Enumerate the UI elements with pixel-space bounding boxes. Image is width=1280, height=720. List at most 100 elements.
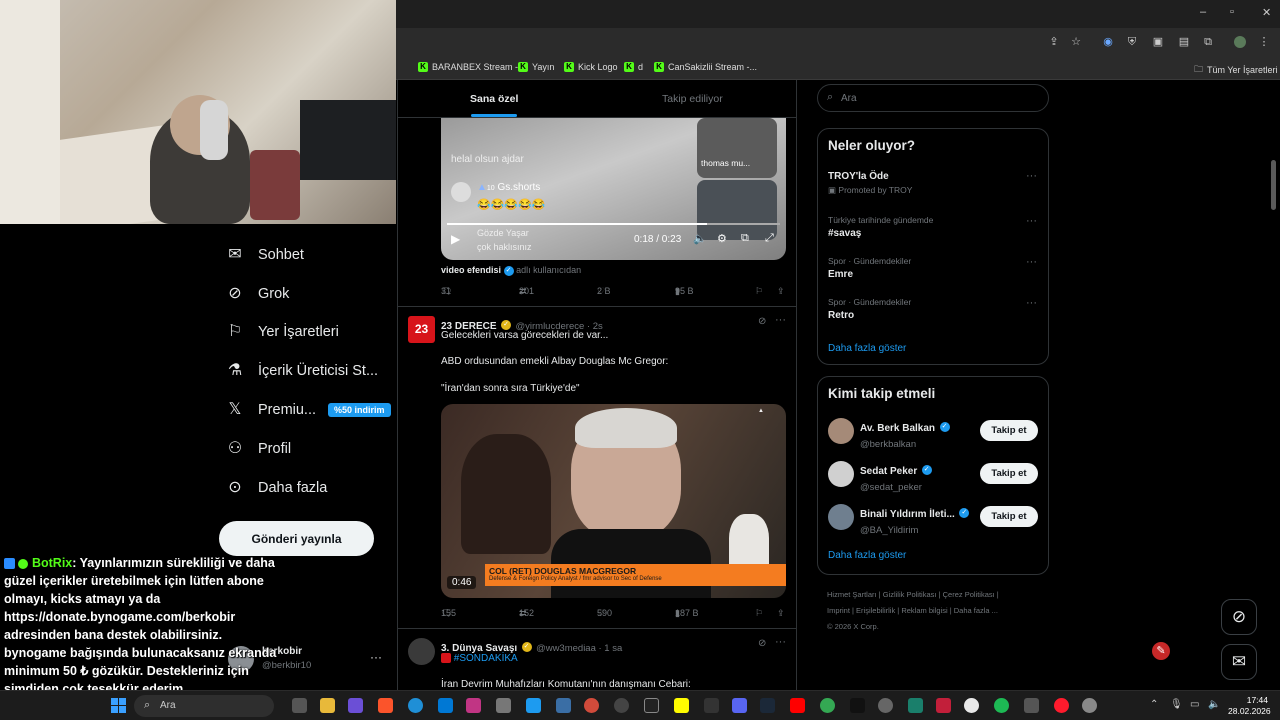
avatar[interactable] <box>408 638 435 665</box>
follow-button[interactable]: Takip et <box>980 420 1038 441</box>
more-icon[interactable]: ··· <box>1026 256 1037 268</box>
chevron-up-icon[interactable]: ⌃ <box>1150 699 1158 710</box>
nav-item-grok[interactable]: ⊘ Grok <box>226 285 289 303</box>
install-icon[interactable]: ⇪ <box>1048 36 1060 48</box>
app-icon[interactable] <box>348 698 363 713</box>
app-icon[interactable] <box>1024 698 1039 713</box>
brave-icon[interactable] <box>378 698 393 713</box>
footer-link[interactable]: Gizlilik Politikası <box>883 590 937 599</box>
chrome-icon[interactable] <box>820 698 835 713</box>
follow-button[interactable]: Takip et <box>980 463 1038 484</box>
footer-link[interactable]: Hizmet Şartları <box>827 590 877 599</box>
more-icon[interactable]: ··· <box>1026 297 1037 309</box>
footer-link[interactable]: Erişilebilirlik <box>856 606 895 615</box>
follow-suggestion[interactable]: Sedat Peker ✓ @sedat_peker <box>860 461 932 493</box>
app-icon[interactable] <box>964 698 979 713</box>
app-icon[interactable] <box>496 698 511 713</box>
pen-icon[interactable]: ✎ <box>1152 642 1170 660</box>
taskbar-search[interactable]: ⌕ Ara <box>134 695 274 717</box>
follow-button[interactable]: Takip et <box>980 506 1038 527</box>
maximize-icon[interactable]: ▫ <box>1230 6 1234 18</box>
video-progress[interactable] <box>447 223 780 225</box>
grok-icon[interactable]: ⊘ <box>1221 599 1257 635</box>
grok-icon[interactable]: ⊘ <box>758 316 766 327</box>
mic-icon[interactable]: 🎙 <box>1170 699 1183 710</box>
youtube-icon[interactable] <box>790 698 805 713</box>
scrollbar[interactable] <box>1271 160 1276 210</box>
volume-icon[interactable]: 🔈 <box>693 232 707 245</box>
bookmark-item[interactable]: K BARANBEX Stream -... <box>418 62 526 72</box>
app-icon[interactable] <box>438 698 453 713</box>
footer-link[interactable]: Imprint <box>827 606 850 615</box>
footer-link[interactable]: Reklam bilgisi <box>901 606 947 615</box>
app-icon[interactable] <box>556 698 571 713</box>
shield-icon[interactable]: ⛨ <box>1126 36 1138 48</box>
avatar[interactable]: 23 <box>408 316 435 343</box>
app-icon[interactable] <box>584 698 599 713</box>
app-icon[interactable] <box>878 698 893 713</box>
trend-item[interactable]: Spor · Gündemdekiler Retro <box>828 297 911 321</box>
bookmark-item[interactable]: Kd <box>624 62 643 72</box>
grok-icon[interactable]: ⊘ <box>758 638 766 649</box>
bookmark-item[interactable]: K Yayın <box>518 62 554 72</box>
gauge-icon[interactable] <box>614 698 629 713</box>
more-icon[interactable]: ··· <box>775 636 786 648</box>
epic-games-icon[interactable] <box>644 698 659 713</box>
footer-link[interactable]: Daha fazla ... <box>954 606 998 615</box>
follow-suggestion[interactable]: Av. Berk Balkan ✓ @berkbalkan <box>860 418 950 450</box>
all-bookmarks[interactable]: 🗀 Tüm Yer İşaretleri <box>1194 62 1278 78</box>
more-icon[interactable]: ··· <box>370 650 382 664</box>
folder-icon[interactable] <box>320 698 335 713</box>
tab-following[interactable]: Takip ediliyor <box>662 93 723 105</box>
footer-link[interactable]: Çerez Politikası <box>943 590 995 599</box>
clock[interactable]: 17:44 28.02.2026 <box>1228 695 1271 717</box>
avatar[interactable] <box>828 461 854 487</box>
hashtag-link[interactable]: #SONDAKİKA <box>454 653 518 664</box>
twitter-icon[interactable] <box>526 698 541 713</box>
instagram-icon[interactable] <box>466 698 481 713</box>
more-icon[interactable]: ··· <box>1026 170 1037 182</box>
discord-icon[interactable] <box>732 698 747 713</box>
video-source[interactable]: video efendisi ✓ adlı kullanıcıdan <box>441 265 581 276</box>
opera-icon[interactable] <box>1054 698 1069 713</box>
nav-item-more[interactable]: ⊙ Daha fazla <box>226 479 327 497</box>
display-icon[interactable]: ▭ <box>1190 699 1199 710</box>
more-icon[interactable]: ··· <box>1026 215 1037 227</box>
trend-item[interactable]: Spor · Gündemdekiler Emre <box>828 256 911 280</box>
minimize-icon[interactable]: – <box>1200 6 1206 18</box>
tab-for-you[interactable]: Sana özel <box>470 93 518 105</box>
address-bar[interactable]: ⇪ ☆ ◉ ⛨ ▣ ▤ ⧉ ⋮ <box>396 28 1280 56</box>
fullscreen-icon[interactable]: ⤢ <box>765 232 774 245</box>
snapchat-icon[interactable] <box>674 698 689 713</box>
nav-item-chat[interactable]: ✉ Sohbet <box>226 246 304 264</box>
more-icon[interactable]: ··· <box>775 314 786 326</box>
start-icon[interactable] <box>111 698 126 713</box>
play-icon[interactable]: ▶ <box>451 232 460 246</box>
settings-icon[interactable]: ⚙ <box>717 232 727 245</box>
avatar[interactable] <box>828 504 854 530</box>
trend-item[interactable]: Türkiye tarihinde gündemde #savaş <box>828 215 933 239</box>
close-icon[interactable]: ✕ <box>1262 6 1271 19</box>
video-player[interactable]: helal olsun ajdar ▲10 Gs.shorts 😂😂😂😂😂 Gö… <box>441 118 786 260</box>
author-handle[interactable]: @ww3mediaa · 1 sa <box>536 643 622 654</box>
puzzle-icon[interactable]: ⧉ <box>1202 36 1214 48</box>
task-view-icon[interactable] <box>292 698 307 713</box>
bookmark-icon[interactable]: ⚐ <box>755 608 763 619</box>
show-more-link[interactable]: Daha fazla göster <box>828 343 906 354</box>
app-icon[interactable] <box>704 698 719 713</box>
steam-icon[interactable] <box>760 698 775 713</box>
bookmark-item[interactable]: K Kick Logo <box>564 62 618 72</box>
avatar[interactable] <box>1234 36 1246 48</box>
nav-item-premium[interactable]: 𝕏 Premiu... %50 indirim <box>226 401 391 419</box>
search-input[interactable]: ⌕ Ara <box>817 84 1049 112</box>
volume-icon[interactable]: 🔈 <box>1208 699 1220 710</box>
app-icon[interactable] <box>936 698 951 713</box>
share-icon[interactable]: ⇪ <box>777 286 785 297</box>
avatar[interactable] <box>828 418 854 444</box>
pip-icon[interactable]: ⧉ <box>741 232 749 245</box>
post-button[interactable]: Gönderi yayınla <box>219 521 374 556</box>
bookmark-icon[interactable]: ⚐ <box>755 286 763 297</box>
edge-icon[interactable] <box>408 698 423 713</box>
extension-icon[interactable]: ▤ <box>1178 36 1190 48</box>
nav-item-bookmarks[interactable]: ⚐ Yer İşaretleri <box>226 323 339 341</box>
